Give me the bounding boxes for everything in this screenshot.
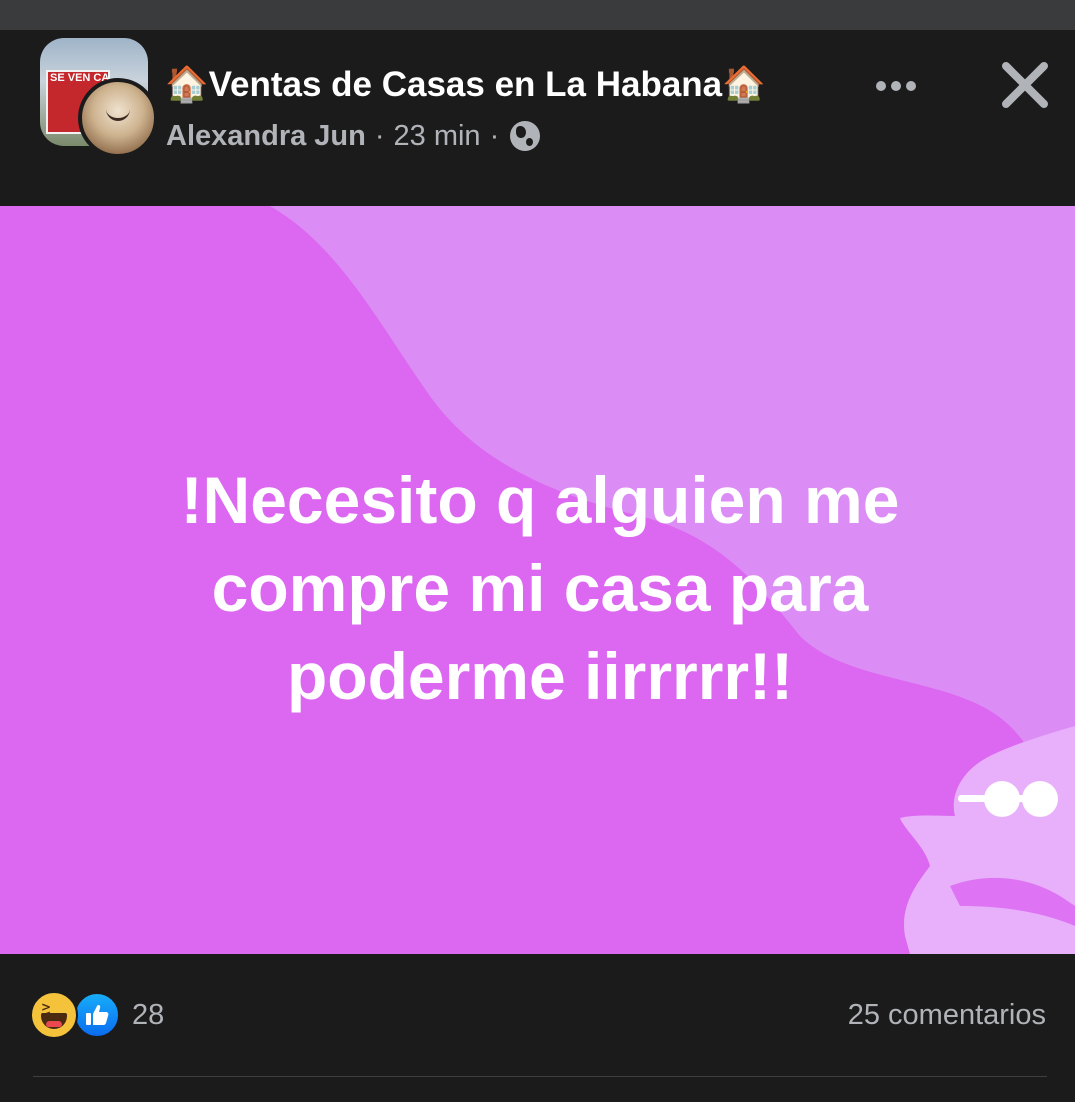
post-timestamp[interactable]: 23 min	[394, 113, 481, 159]
haha-mouth	[41, 1013, 67, 1029]
more-dot-icon	[906, 81, 916, 91]
meta-separator-2: ·	[489, 120, 500, 152]
post-body-text: !Necesito q alguien me compre mi casa pa…	[180, 463, 900, 713]
avatar-face	[106, 108, 130, 121]
meta-separator: ·	[374, 120, 385, 152]
post-meta: Alexandra Jun · 23 min ·	[166, 113, 541, 159]
footer-divider	[33, 1076, 1047, 1077]
thumbs-up-icon	[86, 1004, 109, 1025]
more-dot-icon	[891, 81, 901, 91]
like-reaction-icon	[74, 992, 120, 1038]
group-name-link[interactable]: 🏠Ventas de Casas en La Habana🏠	[165, 60, 766, 110]
more-dot-icon	[876, 81, 886, 91]
author-avatar[interactable]	[78, 78, 158, 158]
comments-count-link[interactable]: 25 comentarios	[848, 992, 1046, 1038]
status-strip	[0, 0, 1075, 30]
reactions-summary[interactable]: >< 28	[30, 991, 165, 1039]
haha-eyes: ><	[41, 1000, 56, 1021]
haha-reaction-icon: ><	[30, 991, 78, 1039]
reaction-count: 28	[132, 999, 165, 1031]
more-options-button[interactable]	[866, 68, 926, 104]
close-icon[interactable]	[996, 56, 1054, 114]
author-name-link[interactable]: Alexandra Jun	[166, 113, 366, 159]
globe-icon	[510, 121, 541, 151]
